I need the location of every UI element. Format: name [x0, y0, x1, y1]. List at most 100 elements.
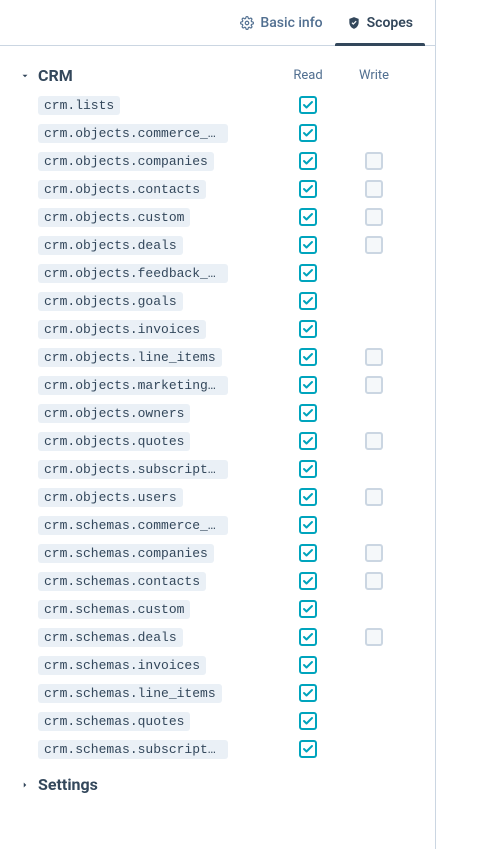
scope-row: crm.schemas.companies: [38, 539, 417, 567]
scope-row: crm.lists: [38, 91, 417, 119]
scope-cells: [275, 180, 417, 198]
chevron-right-icon: [18, 780, 32, 790]
write-cell: [341, 152, 407, 170]
read-checkbox[interactable]: [299, 572, 317, 590]
read-cell: [275, 600, 341, 618]
write-checkbox[interactable]: [365, 572, 383, 590]
write-checkbox[interactable]: [365, 628, 383, 646]
write-cell: [341, 124, 407, 142]
scope-name: crm.objects.custom: [38, 208, 190, 227]
read-cell: [275, 656, 341, 674]
scope-row: crm.objects.commerce_payments: [38, 119, 417, 147]
read-checkbox[interactable]: [299, 152, 317, 170]
write-checkbox[interactable]: [365, 376, 383, 394]
chevron-down-icon: [18, 71, 32, 81]
scope-cells: [275, 404, 417, 422]
read-checkbox[interactable]: [299, 376, 317, 394]
write-cell: [341, 740, 407, 758]
read-checkbox[interactable]: [299, 404, 317, 422]
read-checkbox[interactable]: [299, 320, 317, 338]
scope-row: crm.objects.subscriptions: [38, 455, 417, 483]
scope-cells: [275, 656, 417, 674]
read-cell: [275, 544, 341, 562]
read-checkbox[interactable]: [299, 544, 317, 562]
section-settings: Settings: [18, 769, 417, 800]
read-cell: [275, 432, 341, 450]
scope-row: crm.objects.quotes: [38, 427, 417, 455]
read-checkbox[interactable]: [299, 600, 317, 618]
scope-row: crm.schemas.custom: [38, 595, 417, 623]
tab-label: Basic info: [260, 15, 322, 31]
scope-name: crm.objects.owners: [38, 404, 190, 423]
write-checkbox[interactable]: [365, 236, 383, 254]
write-cell: [341, 180, 407, 198]
write-cell: [341, 96, 407, 114]
scope-row: crm.objects.line_items: [38, 343, 417, 371]
write-checkbox[interactable]: [365, 208, 383, 226]
read-checkbox[interactable]: [299, 628, 317, 646]
read-cell: [275, 348, 341, 366]
panel-divider: [435, 0, 436, 849]
tab-scopes[interactable]: Scopes: [335, 0, 425, 45]
scope-name: crm.schemas.invoices: [38, 656, 206, 675]
scope-name: crm.objects.subscriptions: [38, 460, 228, 479]
read-checkbox[interactable]: [299, 348, 317, 366]
read-cell: [275, 264, 341, 282]
read-cell: [275, 376, 341, 394]
scope-cells: [275, 712, 417, 730]
write-cell: [341, 404, 407, 422]
read-checkbox[interactable]: [299, 460, 317, 478]
read-checkbox[interactable]: [299, 264, 317, 282]
read-checkbox[interactable]: [299, 124, 317, 142]
scope-row: crm.objects.companies: [38, 147, 417, 175]
scope-name: crm.schemas.subscriptions: [38, 740, 228, 759]
read-checkbox[interactable]: [299, 292, 317, 310]
write-cell: [341, 516, 407, 534]
read-checkbox[interactable]: [299, 180, 317, 198]
scope-name: crm.schemas.line_items: [38, 684, 222, 703]
scope-row: crm.schemas.invoices: [38, 651, 417, 679]
scope-cells: [275, 628, 417, 646]
scope-cells: [275, 292, 417, 310]
read-checkbox[interactable]: [299, 208, 317, 226]
read-checkbox[interactable]: [299, 488, 317, 506]
read-checkbox[interactable]: [299, 712, 317, 730]
scope-cells: [275, 432, 417, 450]
read-checkbox[interactable]: [299, 740, 317, 758]
read-checkbox[interactable]: [299, 432, 317, 450]
scope-name: crm.objects.quotes: [38, 432, 190, 451]
write-checkbox[interactable]: [365, 348, 383, 366]
scope-cells: [275, 96, 417, 114]
read-checkbox[interactable]: [299, 684, 317, 702]
read-checkbox[interactable]: [299, 656, 317, 674]
scope-name: crm.schemas.companies: [38, 544, 214, 563]
column-header-read: Read: [275, 68, 341, 83]
write-checkbox[interactable]: [365, 152, 383, 170]
section-crm: CRMReadWritecrm.listscrm.objects.commerc…: [18, 60, 417, 763]
read-checkbox[interactable]: [299, 96, 317, 114]
write-checkbox[interactable]: [365, 180, 383, 198]
read-cell: [275, 488, 341, 506]
write-checkbox[interactable]: [365, 432, 383, 450]
scope-name: crm.objects.marketing_events: [38, 376, 228, 395]
read-checkbox[interactable]: [299, 236, 317, 254]
scope-cells: [275, 488, 417, 506]
section-toggle[interactable]: CRMReadWrite: [18, 60, 417, 91]
read-cell: [275, 684, 341, 702]
write-cell: [341, 320, 407, 338]
scope-cells: [275, 208, 417, 226]
read-checkbox[interactable]: [299, 516, 317, 534]
read-cell: [275, 460, 341, 478]
scope-row: crm.schemas.line_items: [38, 679, 417, 707]
scope-row: crm.schemas.deals: [38, 623, 417, 651]
write-cell: [341, 348, 407, 366]
write-checkbox[interactable]: [365, 488, 383, 506]
scope-row: crm.objects.invoices: [38, 315, 417, 343]
tab-basic-info[interactable]: Basic info: [228, 0, 334, 45]
write-cell: [341, 712, 407, 730]
scope-cells: [275, 600, 417, 618]
read-cell: [275, 208, 341, 226]
section-toggle[interactable]: Settings: [18, 769, 417, 800]
scope-name: crm.objects.contacts: [38, 180, 206, 199]
write-checkbox[interactable]: [365, 544, 383, 562]
